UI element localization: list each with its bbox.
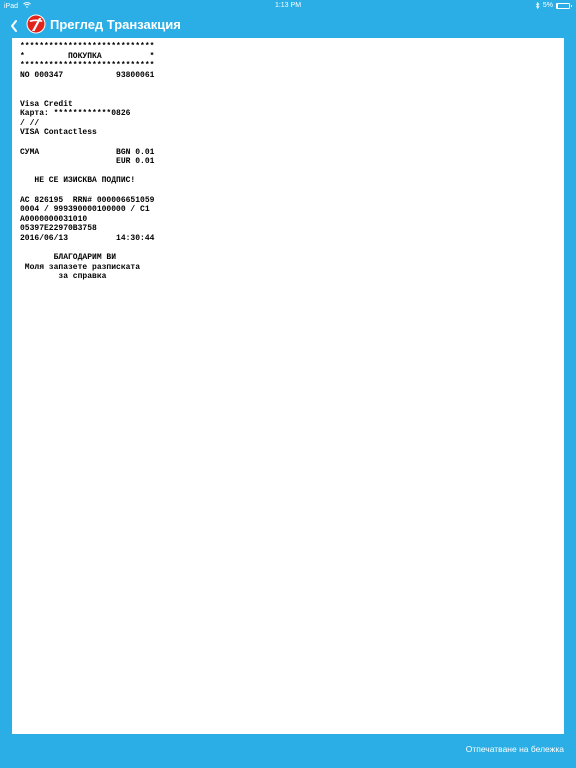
receipt-line: NO 000347 93800061: [20, 70, 155, 80]
status-bar: iPad 1:13 PM 5%: [0, 0, 576, 12]
back-button[interactable]: [9, 15, 23, 35]
bluetooth-icon: [535, 2, 540, 9]
chevron-left-icon: [11, 20, 17, 32]
battery-level-fill: [557, 3, 559, 8]
status-right: 5%: [535, 2, 572, 9]
receipt-line: 0004 / 999390000100000 / C1: [20, 205, 150, 215]
status-time: 1:13 PM: [274, 2, 302, 9]
receipt-line: AC 826195 RRN# 000006651059: [20, 195, 155, 205]
receipt-line: / //: [20, 118, 40, 128]
nav-bar: Преглед Транзакция: [0, 12, 576, 38]
page-title: Преглед Транзакция: [50, 17, 181, 32]
receipt-panel: **************************** * ПОКУПКА *…: [12, 38, 564, 734]
receipt-line: 05397E22970B3758: [20, 224, 97, 234]
receipt-line: A0000000031010: [20, 214, 88, 224]
receipt-line: Visa Credit: [20, 99, 73, 109]
receipt-text: **************************** * ПОКУПКА *…: [20, 42, 154, 282]
receipt-line: НЕ СЕ ИЗИСКВА ПОДПИС!: [20, 176, 136, 186]
receipt-line: EUR 0.01: [20, 157, 155, 167]
print-receipt-button[interactable]: Отпечатване на бележка: [466, 743, 564, 755]
receipt-line: * ПОКУПКА *: [20, 51, 155, 61]
receipt-line: 2016/06/13 14:30:44: [20, 233, 155, 243]
receipt-line: ****************************: [20, 42, 155, 51]
receipt-line: БЛАГОДАРИМ ВИ: [20, 253, 117, 263]
receipt-line: ****************************: [20, 61, 155, 71]
receipt-line: СУМА BGN 0.01: [20, 147, 155, 157]
bottom-bar: Отпечатване на бележка: [0, 734, 576, 768]
receipt-line: Карта: ************0826: [20, 109, 131, 119]
bank-logo: [26, 14, 46, 34]
battery-percent: 5%: [542, 2, 553, 9]
receipt-line: за справка: [20, 272, 107, 282]
battery-icon: [556, 2, 572, 9]
receipt-line: VISA Contactless: [20, 128, 97, 138]
receipt-line: Моля запазете разписката: [20, 262, 141, 272]
